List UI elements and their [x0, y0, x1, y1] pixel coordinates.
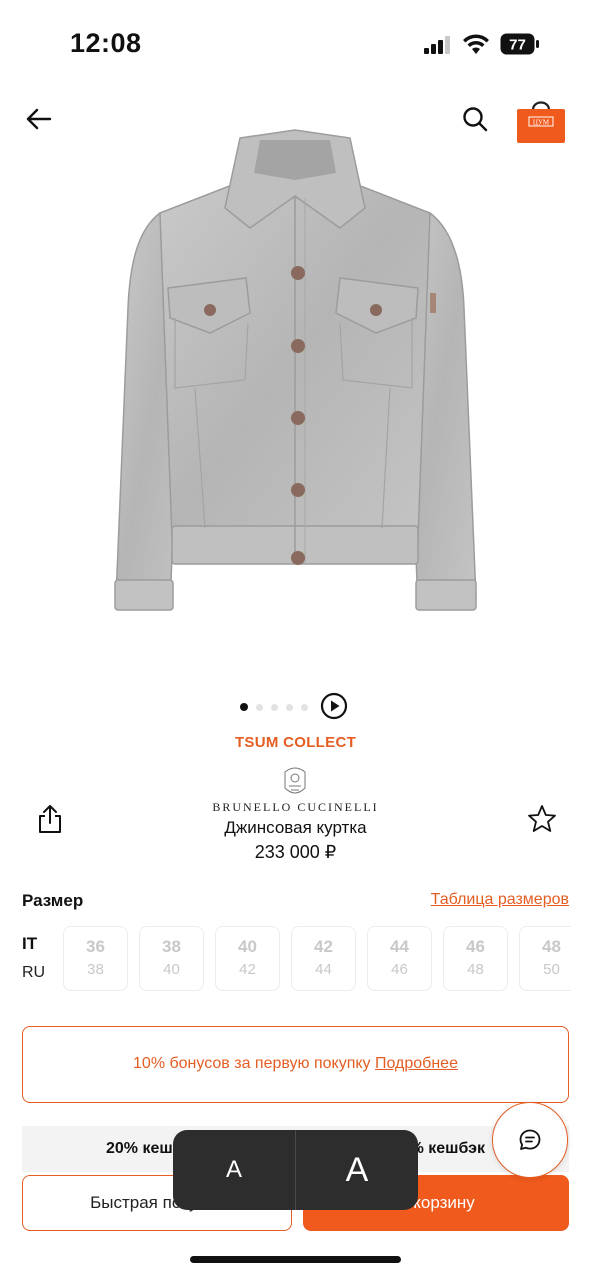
battery-level: 77: [509, 37, 526, 54]
gallery-dot[interactable]: [271, 703, 278, 711]
size-system-ru: RU: [22, 964, 46, 981]
size-option[interactable]: 44 46: [367, 926, 432, 991]
size-it-value: 38: [162, 937, 181, 956]
size-section-title: Размер: [22, 891, 84, 910]
size-ru-value: 42: [239, 961, 256, 978]
brand-name[interactable]: BRUNELLO CUCINELLI: [0, 800, 591, 815]
battery-icon: 77: [500, 33, 539, 55]
gallery-dot[interactable]: [256, 703, 263, 711]
gallery-dot[interactable]: [240, 703, 248, 711]
size-option[interactable]: 38 40: [139, 926, 204, 991]
shopping-bag-icon[interactable]: ЦУМ: [514, 96, 568, 144]
size-it-value: 46: [466, 937, 485, 956]
chat-button[interactable]: [492, 1102, 568, 1178]
size-option[interactable]: 42 44: [291, 926, 356, 991]
size-it-value: 42: [314, 937, 333, 956]
text-size-control[interactable]: A A: [173, 1130, 418, 1210]
brand-logo-icon: [284, 767, 306, 794]
size-selector[interactable]: 36 38 38 40 40 42 42 44 44 46 46 48 48 5…: [63, 926, 571, 994]
bonus-banner[interactable]: 10% бонусов за первую покупку Подробнее: [22, 1026, 569, 1103]
share-icon[interactable]: [34, 803, 66, 835]
bag-logo-text: ЦУМ: [533, 119, 550, 127]
favorite-star-icon[interactable]: [526, 803, 558, 835]
bonus-more-link[interactable]: Подробнее: [375, 1055, 458, 1072]
decrease-text-size-button[interactable]: A: [173, 1130, 295, 1210]
size-ru-value: 46: [391, 961, 408, 978]
size-it-value: 48: [542, 937, 561, 956]
status-bar: 12:08 77: [0, 0, 591, 80]
size-option[interactable]: 48 50: [519, 926, 571, 991]
back-arrow-icon[interactable]: [24, 104, 54, 134]
size-ru-value: 40: [163, 961, 180, 978]
product-price: 233 000 ₽: [254, 842, 337, 862]
product-image[interactable]: [100, 118, 490, 638]
status-time: 12:08: [70, 28, 142, 58]
size-it-value: 36: [86, 937, 105, 956]
size-option[interactable]: 40 42: [215, 926, 280, 991]
size-ru-value: 44: [315, 961, 332, 978]
size-chart-link[interactable]: Таблица размеров: [431, 891, 569, 909]
increase-text-size-button[interactable]: A: [295, 1130, 418, 1210]
collection-label[interactable]: TSUM COLLECT: [0, 734, 591, 751]
size-it-value: 44: [390, 937, 409, 956]
size-it-value: 40: [238, 937, 257, 956]
size-ru-value: 48: [467, 961, 484, 978]
size-ru-value: 50: [543, 961, 560, 978]
gallery-dot[interactable]: [301, 703, 308, 711]
size-ru-value: 38: [87, 961, 104, 978]
cashback-right-text: % кешбэк: [409, 1140, 485, 1157]
gallery-pagination[interactable]: [240, 700, 308, 714]
size-option[interactable]: 46 48: [443, 926, 508, 991]
wifi-icon: [463, 34, 489, 54]
size-option[interactable]: 36 38: [63, 926, 128, 991]
size-system-it: IT: [22, 934, 38, 953]
gallery-dot[interactable]: [286, 703, 293, 711]
chat-bubble-icon: [519, 1129, 541, 1150]
cellular-signal-icon: [424, 36, 450, 54]
product-title: Джинсовая куртка: [224, 818, 367, 837]
home-indicator[interactable]: [190, 1256, 401, 1263]
bonus-text: 10% бонусов за первую покупку: [133, 1055, 371, 1072]
play-icon[interactable]: [320, 692, 348, 720]
